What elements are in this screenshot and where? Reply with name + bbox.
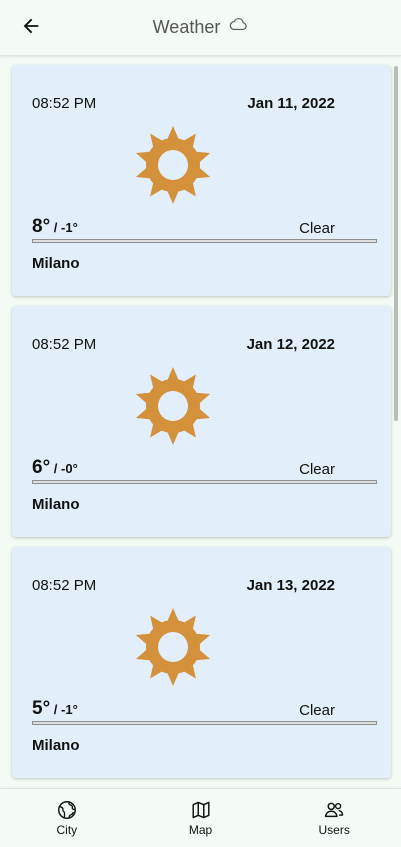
users-icon [325, 802, 344, 818]
city-name: Milano [32, 496, 80, 513]
temp-high: 5° [32, 698, 51, 719]
temp-high: 6° [32, 457, 51, 478]
nav-item-users[interactable]: Users [267, 789, 401, 847]
nav-label: Users [318, 823, 350, 837]
weather-condition: Clear [299, 702, 335, 719]
temperature-range: 6° / -0° [32, 457, 78, 480]
forecast-card[interactable]: 08:52 PM Jan 13, 2022 5° / -1° Clear Mil… [12, 547, 391, 778]
forecast-date: Jan 13, 2022 [246, 577, 335, 594]
cloud-icon [230, 18, 247, 31]
divider [32, 239, 377, 243]
divider [32, 721, 377, 725]
nav-label: Map [188, 823, 213, 837]
top-app-bar: Weather [0, 0, 401, 56]
divider [32, 480, 377, 484]
nav-label: City [56, 823, 78, 837]
forecast-date: Jan 11, 2022 [247, 95, 335, 112]
bottom-navigation: City Map Users [0, 788, 401, 847]
forecast-time: 08:52 PM [32, 336, 97, 353]
forecast-time: 08:52 PM [32, 95, 97, 112]
nav-item-city[interactable]: City [0, 789, 134, 847]
sun-icon [135, 126, 211, 204]
forecast-list[interactable]: 08:52 PM Jan 11, 2022 8° / -1° Clear Mil… [0, 56, 401, 788]
nav-item-map[interactable]: Map [134, 789, 268, 847]
temp-low: / -0° [50, 461, 78, 476]
sun-icon [135, 367, 211, 445]
temperature-range: 5° / -1° [32, 698, 78, 721]
forecast-date: Jan 12, 2022 [246, 336, 335, 353]
page-title-text: Weather [152, 17, 221, 37]
city-name: Milano [32, 255, 80, 272]
map-icon [191, 801, 210, 819]
weather-condition: Clear [299, 220, 335, 237]
temperature-range: 8° / -1° [32, 216, 78, 239]
forecast-card[interactable]: 08:52 PM Jan 11, 2022 8° / -1° Clear Mil… [12, 65, 391, 296]
forecast-card[interactable]: 08:52 PM Jan 12, 2022 6° / -0° Clear Mil… [12, 306, 391, 537]
forecast-time: 08:52 PM [32, 577, 97, 594]
temp-low: / -1° [50, 702, 78, 717]
weather-condition: Clear [299, 461, 335, 478]
city-name: Milano [32, 737, 80, 754]
scrollbar[interactable] [394, 66, 398, 421]
globe-icon [57, 801, 76, 819]
page-title: Weather [0, 16, 401, 38]
weather-app: Weather 08:52 PM Jan 11, 2022 8° / -1° C… [0, 0, 401, 847]
temp-low: / -1° [50, 220, 78, 235]
sun-icon [135, 608, 211, 686]
temp-high: 8° [32, 216, 51, 237]
